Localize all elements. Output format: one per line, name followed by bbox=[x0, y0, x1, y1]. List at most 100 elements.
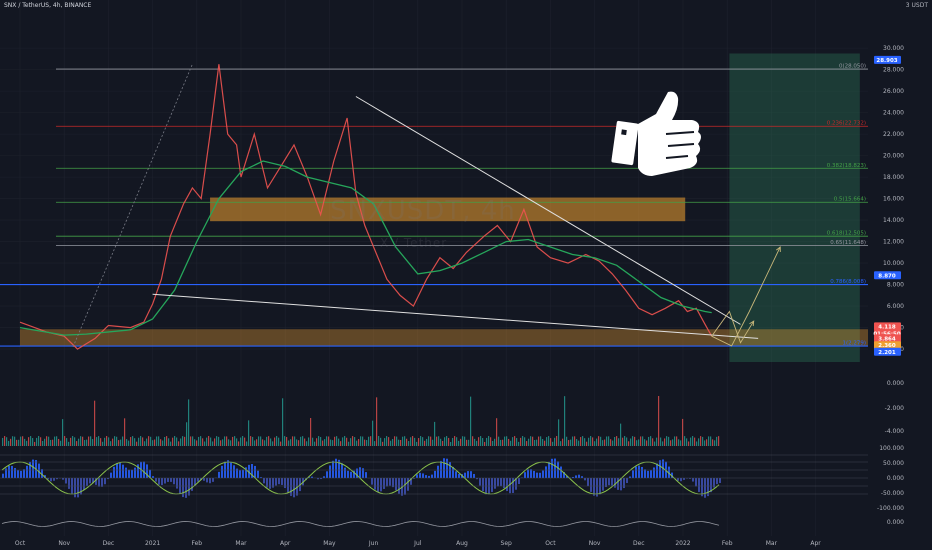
volume-bar bbox=[702, 436, 704, 446]
oscillator-bar bbox=[416, 474, 418, 478]
volume-bar bbox=[94, 400, 96, 446]
volume-bar bbox=[420, 436, 422, 446]
fib-label: 0.5(15.664) bbox=[834, 197, 866, 203]
oscillator-bar bbox=[692, 478, 694, 482]
oscillator-bar bbox=[653, 467, 655, 478]
volume-bar bbox=[348, 441, 350, 446]
volume-bar bbox=[250, 436, 252, 446]
oscillator-bar bbox=[8, 465, 10, 478]
volume-bar bbox=[296, 439, 298, 446]
volume-bar bbox=[290, 439, 292, 446]
volume-bar bbox=[170, 441, 172, 446]
volume-bar bbox=[332, 440, 334, 446]
volume-bar bbox=[374, 441, 376, 446]
volume-bar bbox=[624, 436, 626, 446]
oscillator-bar bbox=[458, 473, 460, 478]
oscillator-bar bbox=[326, 471, 328, 478]
indicator-tick-label: 100.000 bbox=[879, 445, 904, 452]
volume-bar bbox=[412, 436, 414, 446]
oscillator-bar bbox=[221, 465, 223, 478]
x-tick-label: Dec bbox=[103, 540, 115, 547]
volume-bar bbox=[206, 437, 208, 446]
volume-bar bbox=[698, 438, 700, 446]
indicator-tick-label: 0.000 bbox=[887, 519, 904, 526]
volume-bar bbox=[380, 437, 382, 446]
volume-bar bbox=[330, 439, 332, 446]
oscillator-bar bbox=[344, 467, 346, 478]
oscillator-bar bbox=[518, 478, 520, 485]
chart-title: SNX / TetherUS, 4h, BINANCE bbox=[4, 2, 92, 9]
volume-bar bbox=[460, 438, 462, 446]
volume-bar bbox=[594, 441, 596, 446]
oscillator-bar bbox=[161, 478, 163, 485]
volume-bar bbox=[604, 439, 606, 446]
y-tick-label: 8.000 bbox=[887, 282, 904, 289]
volume-bar bbox=[524, 437, 526, 446]
volume-bar bbox=[628, 441, 630, 446]
volume-bar bbox=[24, 438, 26, 446]
volume-bar bbox=[386, 436, 388, 446]
oscillator-bar bbox=[371, 478, 373, 485]
volume-bar bbox=[486, 437, 488, 446]
volume-bar bbox=[144, 441, 146, 446]
volume-bar bbox=[218, 436, 220, 446]
volume-bar bbox=[156, 436, 158, 446]
oscillator-bar bbox=[491, 478, 493, 492]
y-tick-label: 20.000 bbox=[883, 153, 904, 160]
volume-bar bbox=[418, 438, 420, 446]
volume-bar bbox=[258, 436, 260, 446]
volume-bar bbox=[342, 437, 344, 446]
oscillator-bar bbox=[2, 473, 4, 478]
volume-bar bbox=[22, 436, 24, 446]
y-tick-label: 18.000 bbox=[883, 174, 904, 181]
fib-label: 0.65(11.648) bbox=[830, 240, 866, 246]
oscillator-bar bbox=[77, 478, 79, 498]
volume-bar bbox=[224, 436, 226, 446]
volume-bar bbox=[328, 436, 330, 446]
volume-bar bbox=[162, 440, 164, 446]
volume-bar bbox=[352, 436, 354, 446]
oscillator-bar bbox=[53, 478, 55, 481]
volume-bar bbox=[620, 423, 622, 446]
volume-bar bbox=[216, 436, 218, 446]
volume-bar bbox=[632, 436, 634, 446]
oscillator-bar bbox=[50, 478, 52, 482]
oscillator-bar bbox=[239, 470, 241, 478]
volume-bar bbox=[8, 440, 10, 446]
fib-label: 0.618(12.505) bbox=[827, 231, 866, 237]
oscillator-bar bbox=[467, 471, 469, 478]
volume-bar bbox=[556, 436, 558, 446]
oscillator-bar bbox=[62, 478, 64, 480]
volume-bar bbox=[96, 437, 98, 446]
oscillator-bar bbox=[113, 466, 115, 478]
oscillator-bar bbox=[281, 478, 283, 485]
oscillator-bar bbox=[632, 470, 634, 478]
price-chart[interactable]: 0(28.050) 0.236(22.732) 0.382(18.823) 0.5(1… bbox=[0, 0, 932, 550]
oscillator-bar bbox=[86, 478, 88, 486]
volume-bar bbox=[458, 440, 460, 446]
oscillator-bar bbox=[425, 475, 427, 478]
volume-bar bbox=[82, 436, 84, 446]
volume-bar bbox=[100, 438, 102, 446]
oscillator-bar bbox=[359, 467, 361, 478]
volume-bar bbox=[128, 440, 130, 446]
y-tick-label: 26.000 bbox=[883, 88, 904, 95]
volume-bar bbox=[596, 438, 598, 446]
volume-bar bbox=[212, 441, 214, 446]
volume-bar bbox=[104, 437, 106, 446]
oscillator-bar bbox=[128, 469, 130, 478]
oscillator-bar bbox=[395, 478, 397, 491]
volume-bar bbox=[682, 418, 684, 446]
volume-bar bbox=[40, 437, 42, 446]
oscillator-bar bbox=[98, 478, 100, 487]
volume-bar bbox=[626, 437, 628, 446]
x-tick-label: Jul bbox=[413, 540, 422, 547]
volume-bar bbox=[468, 439, 470, 446]
oscillator-bar bbox=[116, 463, 118, 478]
volume-bar bbox=[370, 436, 372, 446]
volume-bar bbox=[568, 440, 570, 446]
volume-bar bbox=[92, 439, 94, 446]
volume-bar bbox=[656, 437, 658, 446]
volume-bar bbox=[254, 440, 256, 446]
volume-bar bbox=[704, 440, 706, 446]
